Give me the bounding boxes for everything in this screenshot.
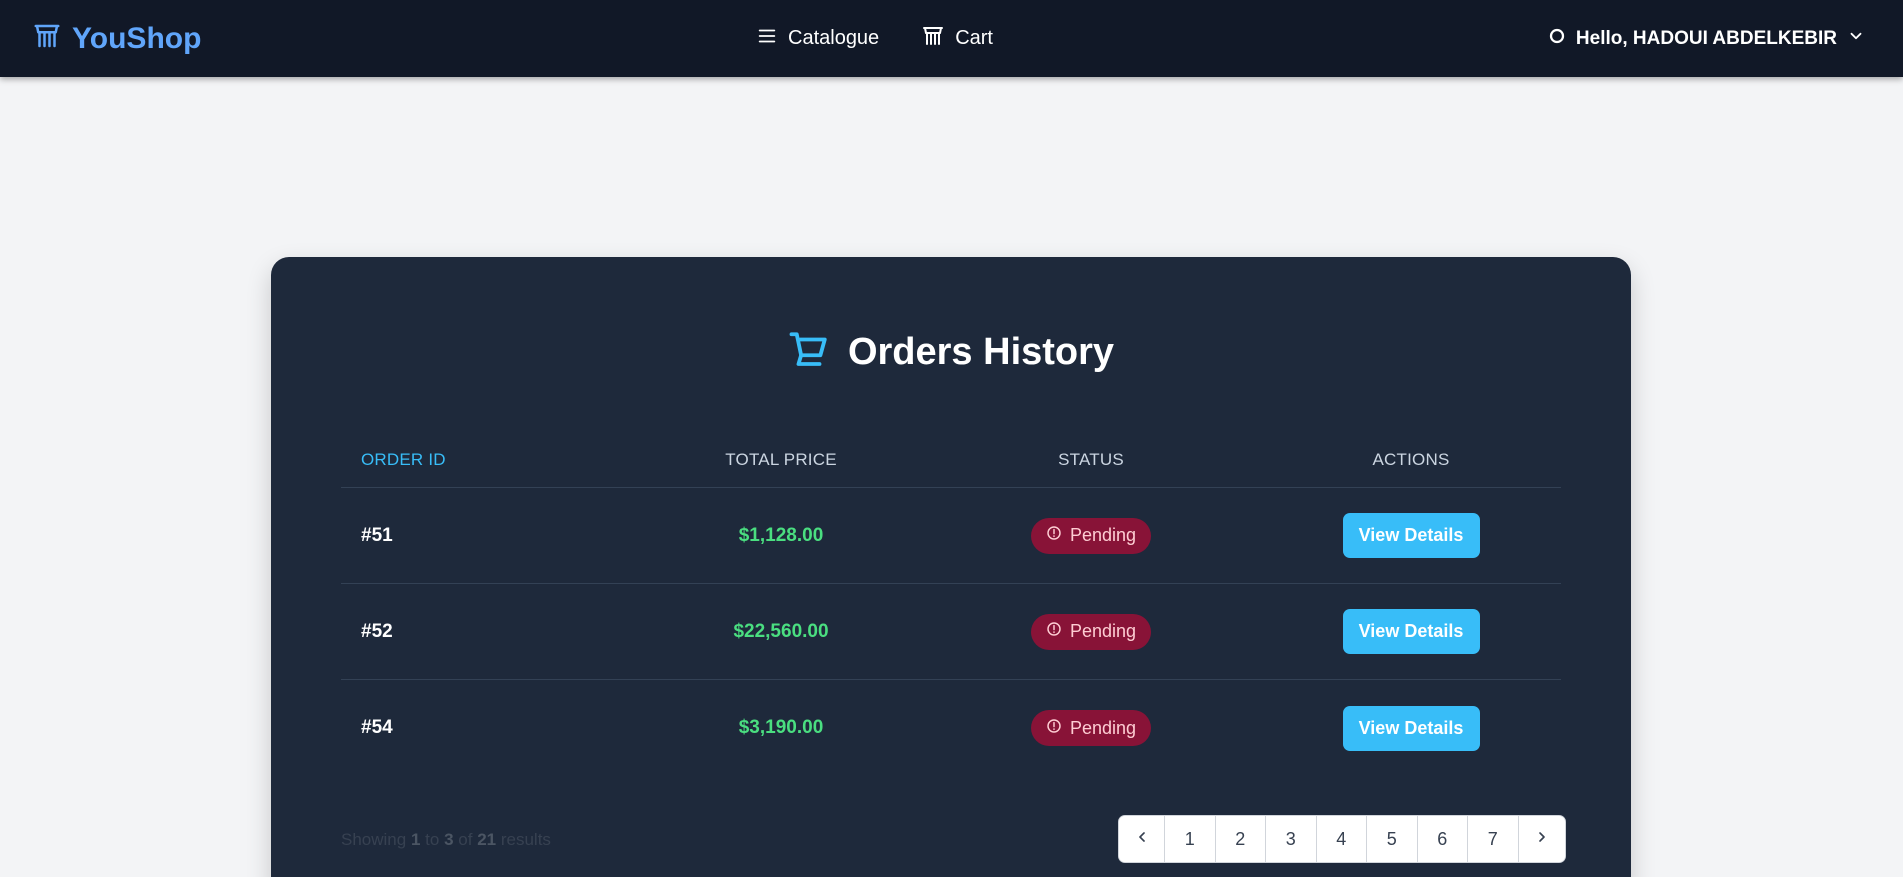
user-status-icon <box>1548 27 1566 51</box>
alert-circle-icon <box>1046 718 1062 739</box>
order-id: #51 <box>361 524 393 546</box>
showing-suffix: results <box>500 830 551 849</box>
status-badge: Pending <box>1030 613 1152 650</box>
order-id: #52 <box>361 620 393 642</box>
orders-card: Orders History ORDER ID TOTAL PRICE STAT… <box>271 257 1631 877</box>
page-button-1[interactable]: 1 <box>1165 816 1216 862</box>
table-row: #52 $22,560.00 Pending View Details <box>341 584 1561 680</box>
cart-icon <box>921 24 945 54</box>
showing-of-word: of <box>458 830 473 849</box>
view-details-button[interactable]: View Details <box>1342 513 1480 558</box>
page-button-3[interactable]: 3 <box>1266 816 1317 862</box>
page-button-2[interactable]: 2 <box>1215 816 1266 862</box>
brand-name: YouShop <box>72 21 202 55</box>
chevron-down-icon <box>1847 27 1865 51</box>
brand-logo[interactable]: YouShop <box>32 0 201 77</box>
alert-circle-icon <box>1046 621 1062 642</box>
user-menu[interactable]: Hello, HADOUI ABDELKEBIR <box>1548 0 1865 77</box>
nav-catalogue-link[interactable]: Catalogue <box>756 25 879 53</box>
user-greeting: Hello, HADOUI ABDELKEBIR <box>1575 27 1837 49</box>
column-header-status: STATUS <box>1058 449 1124 469</box>
status-label: Pending <box>1069 525 1137 545</box>
next-page-button[interactable] <box>1518 816 1565 862</box>
showing-to-word: to <box>425 830 440 849</box>
showing-prefix: Showing <box>341 830 407 849</box>
column-header-order-id[interactable]: ORDER ID <box>341 450 641 470</box>
top-navbar: YouShop Catalogue Cart Hello, HADOUI ABD… <box>0 0 1903 77</box>
chevron-left-icon <box>1134 829 1150 850</box>
chevron-right-icon <box>1534 829 1550 850</box>
menu-icon <box>756 25 778 53</box>
nav-cart-link[interactable]: Cart <box>921 24 993 54</box>
view-details-button[interactable]: View Details <box>1342 609 1480 654</box>
main-nav: Catalogue Cart <box>756 0 993 77</box>
page-button-7[interactable]: 7 <box>1468 816 1519 862</box>
results-summary: Showing 1 to 3 of 21 results <box>341 830 551 850</box>
pagination: 1 2 3 4 5 6 7 <box>1118 815 1566 863</box>
table-row: #51 $1,128.00 Pending View Details <box>341 488 1561 584</box>
status-label: Pending <box>1069 717 1137 738</box>
order-total: $3,190.00 <box>738 717 824 738</box>
page-button-5[interactable]: 5 <box>1367 816 1418 862</box>
order-total: $1,128.00 <box>738 524 824 546</box>
results-from: 1 <box>410 830 421 849</box>
status-badge: Pending <box>1030 710 1152 746</box>
table-header: ORDER ID TOTAL PRICE STATUS ACTIONS <box>341 432 1561 488</box>
orders-table: ORDER ID TOTAL PRICE STATUS ACTIONS #51 … <box>341 432 1561 776</box>
results-to: 3 <box>444 830 454 849</box>
page-title: Orders History <box>847 331 1115 373</box>
table-row: #54 $3,190.00 Pending View Details <box>341 680 1561 776</box>
shopping-cart-icon <box>788 329 830 376</box>
nav-catalogue-label: Catalogue <box>788 27 880 49</box>
status-label: Pending <box>1069 621 1137 641</box>
column-header-total-price: TOTAL PRICE <box>725 449 837 469</box>
page-button-4[interactable]: 4 <box>1316 816 1367 862</box>
order-total: $22,560.00 <box>733 620 829 642</box>
shop-icon <box>32 21 62 56</box>
order-id: #54 <box>361 717 393 738</box>
results-total: 21 <box>477 830 497 849</box>
previous-page-button[interactable] <box>1119 816 1165 862</box>
alert-circle-icon <box>1046 525 1062 546</box>
view-details-button[interactable]: View Details <box>1342 705 1480 751</box>
column-header-actions: ACTIONS <box>1372 449 1450 469</box>
orders-header: Orders History <box>271 329 1631 376</box>
status-badge: Pending <box>1030 517 1152 554</box>
page-button-6[interactable]: 6 <box>1417 816 1468 862</box>
nav-cart-label: Cart <box>955 27 993 49</box>
